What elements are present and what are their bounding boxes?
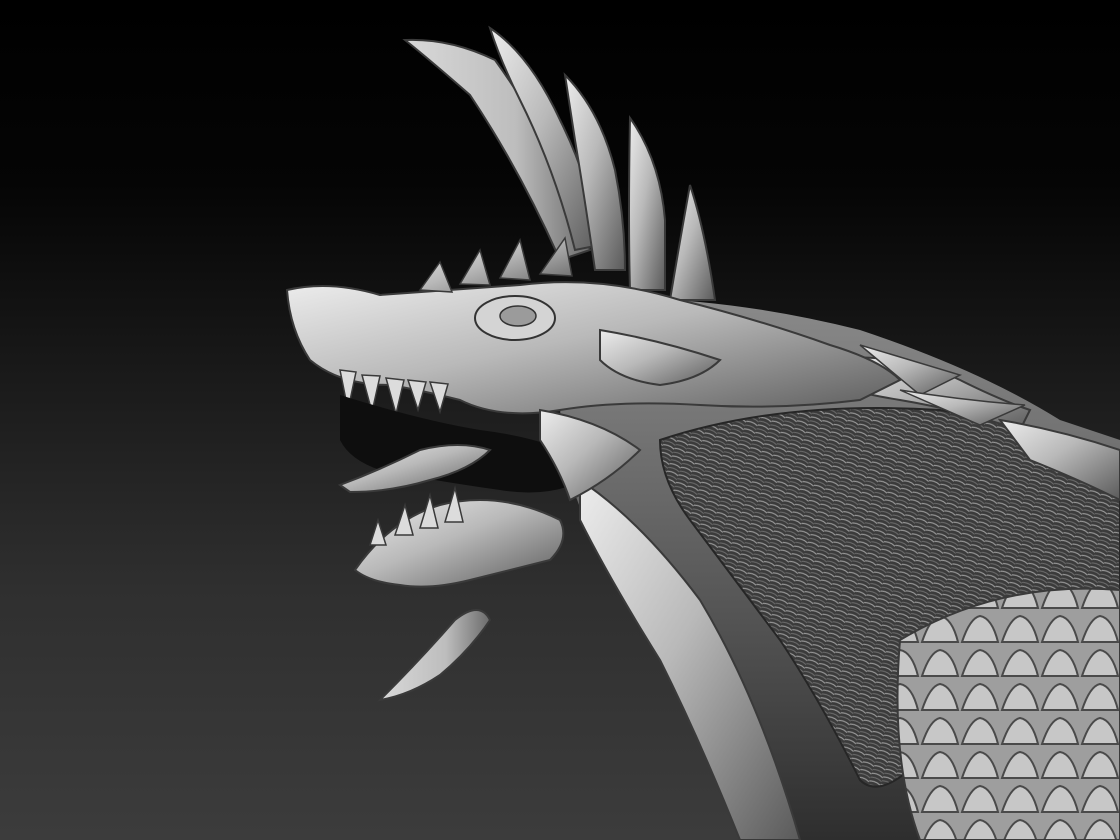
render-viewport: [0, 0, 1120, 840]
dragon-sculpt-render: [285, 25, 1120, 840]
